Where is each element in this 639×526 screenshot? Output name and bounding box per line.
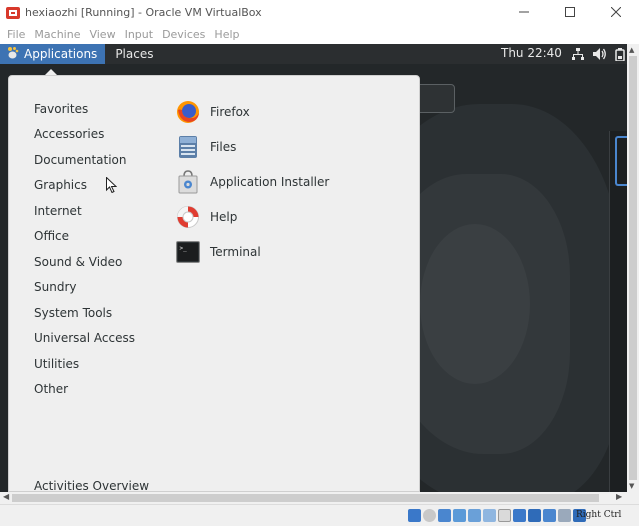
app-application-installer[interactable]: Application Installer	[176, 164, 329, 199]
display-icon[interactable]	[498, 509, 511, 522]
maximize-icon	[565, 7, 575, 17]
gnome-foot-icon	[6, 46, 19, 62]
virtualization-icon[interactable]	[528, 509, 541, 522]
network-adapter-icon[interactable]	[453, 509, 466, 522]
category-universal-access[interactable]: Universal Access	[34, 326, 135, 352]
menu-devices[interactable]: Devices	[159, 28, 211, 41]
app-terminal[interactable]: >_ Terminal	[176, 234, 329, 269]
maximize-button[interactable]	[547, 0, 593, 24]
optical-drive-icon[interactable]	[423, 509, 436, 522]
horizontal-scrollbar[interactable]: ◀ ▶	[0, 492, 627, 504]
menu-file[interactable]: File	[4, 28, 31, 41]
minimize-button[interactable]	[501, 0, 547, 24]
app-label: Terminal	[210, 244, 261, 259]
volume-icon	[593, 48, 606, 60]
category-sundry[interactable]: Sundry	[34, 275, 135, 301]
category-accessories[interactable]: Accessories	[34, 122, 135, 148]
vertical-scroll-thumb[interactable]	[629, 56, 637, 480]
app-files[interactable]: Files	[176, 129, 329, 164]
app-list: Firefox Files Application Installer Help…	[176, 94, 329, 269]
virtualbox-icon	[6, 5, 20, 19]
usb-icon[interactable]	[468, 509, 481, 522]
applications-menu: Favorites Accessories Documentation Grap…	[8, 75, 420, 492]
host-key-label: Right Ctrl	[576, 510, 622, 520]
mouse-integration-icon[interactable]	[558, 509, 571, 522]
wallpaper-shape	[420, 224, 530, 384]
category-favorites[interactable]: Favorites	[34, 96, 135, 122]
app-help[interactable]: Help	[176, 199, 329, 234]
scroll-down-icon[interactable]: ▼	[629, 482, 634, 490]
clock[interactable]: Thu 22:40	[501, 46, 562, 60]
menu-help[interactable]: Help	[211, 28, 245, 41]
menu-machine[interactable]: Machine	[31, 28, 86, 41]
shared-folders-icon[interactable]	[483, 509, 496, 522]
window-title: hexiaozhi [Running] - Oracle VM VirtualB…	[25, 5, 262, 19]
scroll-right-icon[interactable]: ▶	[616, 492, 622, 501]
category-system-tools[interactable]: System Tools	[34, 300, 135, 326]
applications-button[interactable]: Applications	[0, 44, 106, 64]
app-label: Help	[210, 209, 238, 224]
horizontal-scroll-thumb[interactable]	[12, 494, 599, 502]
window-titlebar[interactable]: hexiaozhi [Running] - Oracle VM VirtualB…	[0, 0, 639, 24]
close-icon	[611, 7, 621, 17]
activities-overview-button[interactable]: Activities Overview	[34, 479, 149, 492]
minimize-icon	[519, 11, 529, 13]
help-lifebuoy-icon	[176, 205, 200, 229]
close-button[interactable]	[593, 0, 639, 24]
mouse-cursor-icon	[106, 176, 118, 197]
scroll-corner	[627, 492, 639, 504]
video-capture-icon[interactable]	[513, 509, 526, 522]
terminal-icon: >_	[176, 240, 200, 264]
hard-disk-icon[interactable]	[408, 509, 421, 522]
vm-display[interactable]: Applications Places Thu 22:40 Favorites …	[0, 44, 627, 492]
menu-input[interactable]: Input	[122, 28, 159, 41]
host-menubar: File Machine View Input Devices Help	[0, 24, 639, 44]
vertical-scrollbar[interactable]: ▲ ▼	[627, 44, 639, 492]
places-button[interactable]: Places	[105, 47, 153, 61]
category-documentation[interactable]: Documentation	[34, 147, 135, 173]
app-label: Application Installer	[210, 174, 330, 189]
category-graphics[interactable]: Graphics	[34, 173, 135, 199]
firefox-icon	[176, 100, 200, 124]
applications-label: Applications	[24, 47, 98, 61]
system-tray[interactable]	[572, 44, 625, 64]
cpu-icon[interactable]	[543, 509, 556, 522]
files-icon	[176, 135, 200, 159]
category-internet[interactable]: Internet	[34, 198, 135, 224]
device-indicators	[408, 509, 586, 522]
workspace-switcher[interactable]	[609, 131, 627, 492]
svg-text:>_: >_	[180, 245, 188, 252]
category-utilities[interactable]: Utilities	[34, 351, 135, 377]
software-installer-icon	[176, 169, 200, 194]
scroll-up-icon[interactable]: ▲	[629, 46, 634, 54]
app-label: Files	[210, 139, 237, 154]
audio-icon[interactable]	[438, 509, 451, 522]
category-list: Favorites Accessories Documentation Grap…	[34, 96, 135, 402]
battery-icon	[615, 47, 625, 61]
category-office[interactable]: Office	[34, 224, 135, 250]
category-sound-video[interactable]: Sound & Video	[34, 249, 135, 275]
scroll-left-icon[interactable]: ◀	[3, 492, 9, 501]
category-other[interactable]: Other	[34, 377, 135, 403]
menu-view[interactable]: View	[86, 28, 121, 41]
app-label: Firefox	[210, 104, 250, 119]
workspace-thumbnail[interactable]	[615, 136, 627, 186]
vm-statusbar: Right Ctrl	[0, 504, 639, 526]
app-firefox[interactable]: Firefox	[176, 94, 329, 129]
gnome-top-bar: Applications Places Thu 22:40	[0, 44, 627, 64]
network-icon	[572, 48, 584, 60]
